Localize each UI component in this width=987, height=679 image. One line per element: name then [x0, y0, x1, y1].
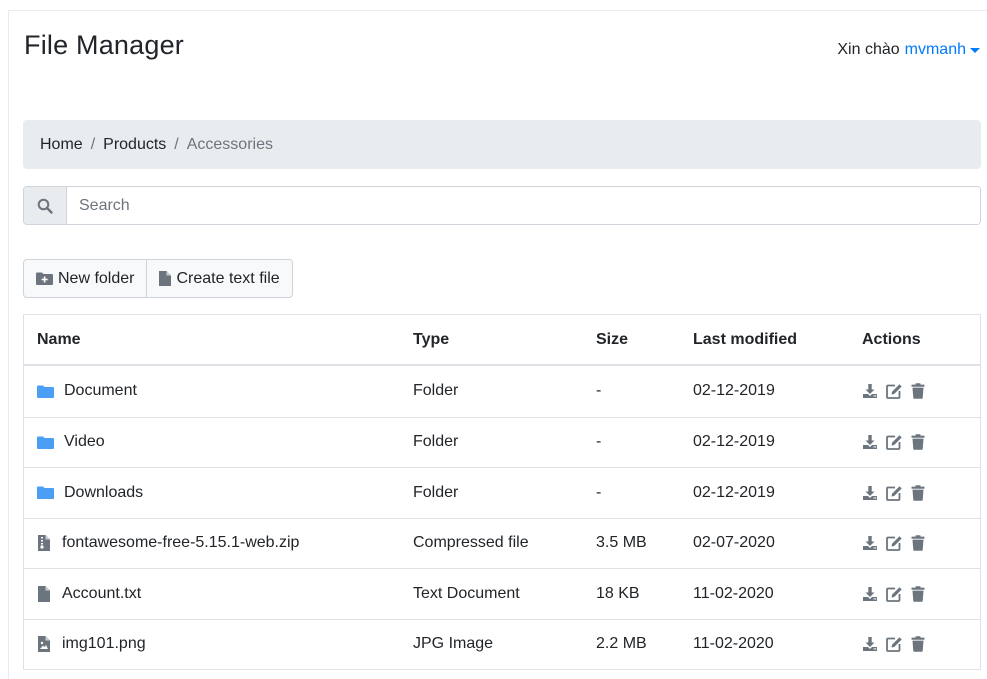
cell-modified: 02-07-2020 [693, 534, 775, 552]
cell-name[interactable]: Account.txt [24, 585, 412, 603]
cell-actions [862, 586, 980, 602]
user-greeting: Xin chào mvmanh [837, 41, 980, 59]
cell-name[interactable]: img101.png [24, 635, 412, 653]
trash-icon[interactable] [911, 636, 925, 653]
table-row[interactable]: Video Folder - 02-12-2019 [24, 416, 980, 468]
file-name[interactable]: fontawesome-free-5.15.1-web.zip [62, 534, 299, 552]
cell-modified: 11-02-2020 [693, 635, 774, 653]
edit-icon[interactable] [886, 383, 903, 400]
new-folder-label: New folder [58, 269, 135, 287]
new-folder-button[interactable]: New folder [24, 260, 146, 297]
cell-size: - [596, 483, 602, 501]
cell-type: Folder [413, 382, 459, 400]
folder-icon [37, 486, 54, 500]
search-input[interactable] [67, 187, 980, 224]
cell-actions [862, 535, 980, 552]
edit-icon[interactable] [886, 636, 903, 653]
cell-name[interactable]: Document [24, 382, 412, 400]
cell-name[interactable]: fontawesome-free-5.15.1-web.zip [24, 534, 412, 552]
download-icon[interactable] [862, 586, 878, 602]
breadcrumb: Home / Products / Accessories [23, 120, 981, 169]
header-size[interactable]: Size [596, 331, 693, 349]
greeting-text: Xin chào [837, 41, 900, 58]
cell-type: Text Document [413, 584, 520, 602]
cell-modified: 02-12-2019 [693, 483, 775, 501]
cell-size: 2.2 MB [596, 635, 647, 653]
table-row[interactable]: img101.png JPG Image 2.2 MB 11-02-2020 [24, 618, 980, 670]
trash-icon[interactable] [911, 383, 925, 400]
table-row[interactable]: fontawesome-free-5.15.1-web.zip Compresse… [24, 517, 980, 569]
cell-actions [862, 636, 980, 653]
search-addon [24, 187, 67, 224]
download-icon[interactable] [862, 636, 878, 652]
cell-size: - [596, 382, 602, 400]
edit-icon[interactable] [886, 586, 903, 602]
breadcrumb-current: Accessories [186, 135, 273, 153]
cell-size: 3.5 MB [596, 534, 647, 552]
cell-type: Folder [413, 483, 459, 501]
create-text-file-button[interactable]: Create text file [146, 260, 291, 297]
file-name[interactable]: Account.txt [62, 585, 141, 603]
table-row[interactable]: Document Folder - 02-12-2019 [24, 366, 980, 417]
trash-icon[interactable] [911, 485, 925, 501]
caret-down-icon [970, 48, 980, 53]
table-row[interactable]: Account.txt Text Document 18 KB 11-02-2020 [24, 568, 980, 619]
cell-name[interactable]: Video [24, 433, 412, 451]
folder-plus-icon [36, 272, 53, 285]
cell-name[interactable]: Downloads [24, 484, 412, 502]
username: mvmanh [904, 41, 966, 58]
table-row[interactable]: Downloads Folder - 02-12-2019 [24, 467, 980, 518]
table-body: Document Folder - 02-12-2019 Video Folder - 02-… [24, 366, 980, 669]
create-text-file-label: Create text file [176, 269, 280, 287]
breadcrumb-separator: / [174, 135, 179, 153]
folder-icon [37, 385, 54, 398]
file-name[interactable]: Document [64, 382, 137, 400]
page-title: File Manager [24, 30, 184, 60]
zip-file-icon [38, 535, 50, 552]
download-icon[interactable] [862, 434, 878, 450]
download-icon[interactable] [862, 383, 878, 399]
download-icon[interactable] [862, 485, 878, 501]
breadcrumb-products[interactable]: Products [103, 136, 166, 154]
cell-modified: 11-02-2020 [693, 584, 774, 602]
cell-size: - [596, 433, 602, 451]
trash-icon[interactable] [911, 434, 925, 451]
cell-modified: 02-12-2019 [693, 382, 775, 400]
file-icon [159, 271, 172, 286]
edit-icon[interactable] [886, 535, 903, 552]
header-type[interactable]: Type [412, 331, 596, 349]
download-icon[interactable] [862, 535, 878, 551]
trash-icon[interactable] [911, 535, 925, 552]
header-name[interactable]: Name [24, 331, 412, 349]
file-name[interactable]: Video [64, 433, 105, 451]
cell-modified: 02-12-2019 [693, 433, 775, 451]
cell-actions [862, 434, 980, 451]
header-actions: Actions [862, 330, 921, 348]
trash-icon[interactable] [911, 586, 925, 602]
cell-actions [862, 383, 980, 400]
edit-icon[interactable] [886, 485, 903, 501]
cell-actions [862, 485, 980, 501]
search-icon [37, 198, 53, 214]
header-modified[interactable]: Last modified [693, 331, 862, 349]
search-bar [23, 186, 981, 225]
cell-type: Compressed file [413, 534, 529, 552]
cell-size: 18 KB [596, 584, 640, 602]
file-toolbar: New folder Create text file [23, 259, 293, 298]
table-header: Name Type Size Last modified Actions [24, 315, 980, 366]
edit-icon[interactable] [886, 434, 903, 451]
breadcrumb-separator: / [90, 135, 96, 153]
file-name[interactable]: img101.png [62, 635, 146, 653]
folder-icon [37, 436, 54, 449]
cell-type: JPG Image [413, 635, 494, 653]
user-menu-toggle[interactable]: mvmanh [905, 41, 980, 59]
breadcrumb-home[interactable]: Home [40, 136, 83, 154]
text-file-icon [38, 585, 50, 602]
cell-type: Folder [413, 433, 459, 451]
file-table: Name Type Size Last modified Actions Doc… [23, 314, 981, 670]
image-file-icon [38, 636, 50, 653]
file-name[interactable]: Downloads [64, 484, 143, 502]
